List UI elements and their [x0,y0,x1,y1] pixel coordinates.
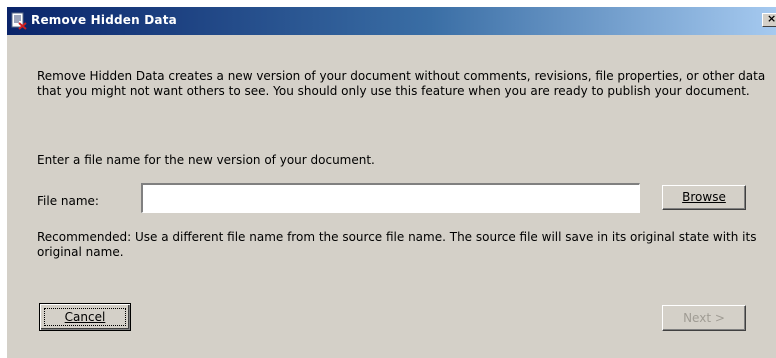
browse-button-label: Browse [682,190,726,204]
recommendation-text: Recommended: Use a different file name f… [37,230,757,259]
description-text: Remove Hidden Data creates a new version… [37,69,766,98]
file-name-label: File name: [37,194,99,208]
remove-hidden-data-dialog: Remove Hidden Data × Remove Hidden Data … [6,6,776,358]
browse-button[interactable]: Browse [662,185,746,210]
dialog-title: Remove Hidden Data [31,13,177,27]
close-icon: × [767,13,776,25]
file-name-input[interactable] [141,183,640,213]
enter-filename-prompt: Enter a file name for the new version of… [37,153,375,167]
next-button[interactable]: Next > [662,305,746,331]
close-button[interactable]: × [762,13,776,27]
title-bar[interactable]: Remove Hidden Data × [7,7,776,35]
next-button-label: Next > [683,311,725,325]
cancel-button[interactable]: Cancel [39,303,131,331]
cancel-button-label: Cancel [64,310,106,324]
document-icon [11,12,27,30]
